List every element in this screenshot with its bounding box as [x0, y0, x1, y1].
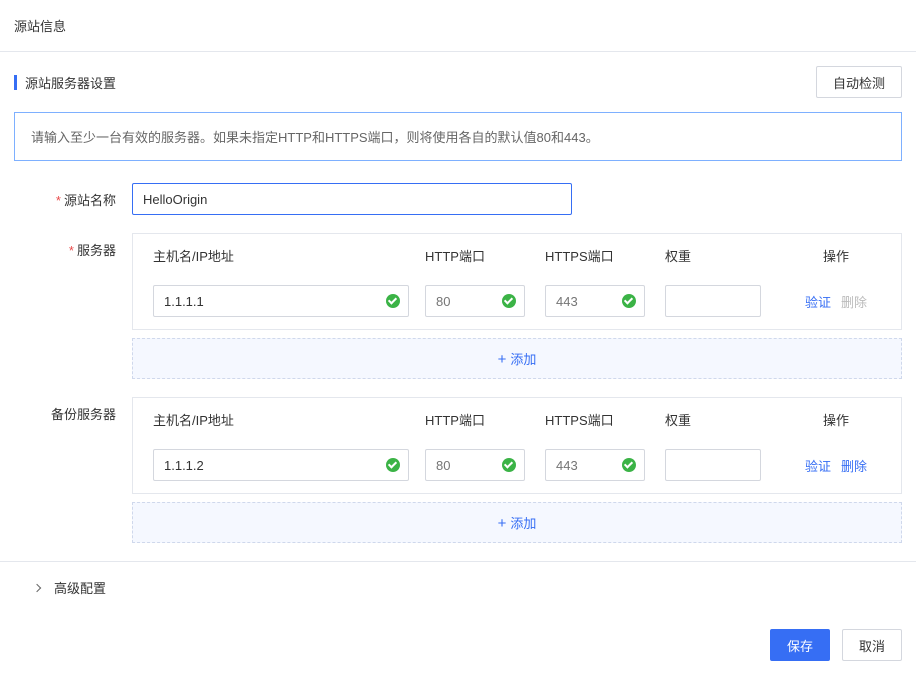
form-label-origin-name: *源站名称 [14, 183, 132, 209]
col-header-http: HTTP端口 [425, 246, 545, 265]
host-input[interactable] [153, 285, 409, 317]
cancel-button[interactable]: 取消 [842, 629, 902, 661]
footer: 保存 取消 [0, 613, 916, 677]
advanced-label: 高级配置 [54, 578, 106, 597]
check-icon [385, 457, 401, 473]
table-header: 主机名/IP地址 HTTP端口 HTTPS端口 权重 操作 [133, 234, 901, 277]
table-header: 主机名/IP地址 HTTP端口 HTTPS端口 权重 操作 [133, 398, 901, 441]
check-icon [501, 293, 517, 309]
page-title: 源站信息 [0, 0, 916, 52]
weight-input[interactable] [665, 285, 761, 317]
col-header-action: 操作 [791, 246, 881, 265]
primary-server-table: 主机名/IP地址 HTTP端口 HTTPS端口 权重 操作 [132, 233, 902, 330]
required-asterisk: * [69, 243, 74, 258]
col-header-https: HTTPS端口 [545, 410, 665, 429]
chevron-right-icon [33, 583, 41, 591]
col-header-weight: 权重 [665, 410, 791, 429]
col-header-weight: 权重 [665, 246, 791, 265]
check-icon [621, 293, 637, 309]
save-button[interactable]: 保存 [770, 629, 830, 661]
table-row: 验证 删除 [133, 277, 901, 329]
weight-input[interactable] [665, 449, 761, 481]
origin-name-input[interactable] [132, 183, 572, 215]
info-box: 请输入至少一台有效的服务器。如果未指定HTTP和HTTPS端口，则将使用各自的默… [14, 112, 902, 161]
plus-icon: + [498, 515, 507, 532]
section-header: 源站服务器设置 自动检测 [0, 52, 916, 112]
delete-link-disabled: 删除 [841, 292, 867, 311]
form-row-origin-name: *源站名称 [14, 183, 902, 215]
section-title-bar [14, 75, 17, 90]
add-label: 添加 [510, 516, 536, 531]
form-label-backup: 备份服务器 [14, 397, 132, 423]
label-server: 服务器 [77, 243, 116, 258]
col-header-host: 主机名/IP地址 [153, 246, 425, 265]
label-backup: 备份服务器 [51, 407, 116, 422]
plus-icon: + [498, 351, 507, 368]
add-backup-server-button[interactable]: +添加 [132, 502, 902, 543]
host-input[interactable] [153, 449, 409, 481]
check-icon [501, 457, 517, 473]
backup-server-table: 主机名/IP地址 HTTP端口 HTTPS端口 权重 操作 [132, 397, 902, 494]
verify-link[interactable]: 验证 [805, 292, 831, 311]
check-icon [385, 293, 401, 309]
table-row: 验证 删除 [133, 441, 901, 493]
required-asterisk: * [56, 193, 61, 208]
col-header-action: 操作 [791, 410, 881, 429]
add-label: 添加 [510, 352, 536, 367]
form-row-backup-server: 备份服务器 主机名/IP地址 HTTP端口 HTTPS端口 权重 操作 [14, 397, 902, 543]
form-label-server: *服务器 [14, 233, 132, 259]
check-icon [621, 457, 637, 473]
label-origin-name: 源站名称 [64, 193, 116, 208]
advanced-config-toggle[interactable]: 高级配置 [0, 561, 916, 613]
col-header-http: HTTP端口 [425, 410, 545, 429]
section-title-wrap: 源站服务器设置 [0, 73, 116, 92]
form-row-server: *服务器 主机名/IP地址 HTTP端口 HTTPS端口 权重 操作 [14, 233, 902, 379]
section-title: 源站服务器设置 [25, 73, 116, 92]
add-server-button[interactable]: +添加 [132, 338, 902, 379]
col-header-https: HTTPS端口 [545, 246, 665, 265]
verify-link[interactable]: 验证 [805, 456, 831, 475]
delete-link[interactable]: 删除 [841, 456, 867, 475]
auto-detect-button[interactable]: 自动检测 [816, 66, 902, 98]
col-header-host: 主机名/IP地址 [153, 410, 425, 429]
